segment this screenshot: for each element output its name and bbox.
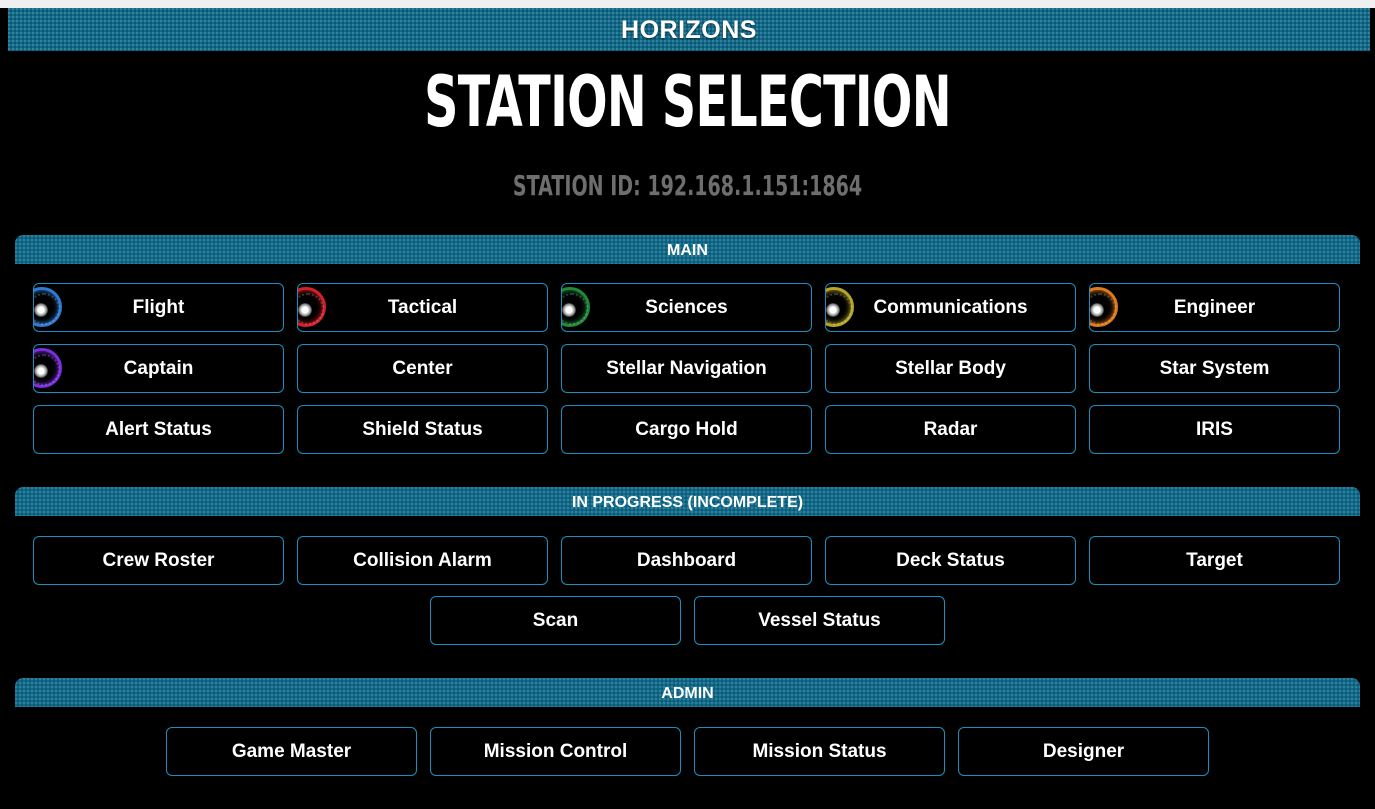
station-button-collision-alarm[interactable]: Collision Alarm xyxy=(297,536,548,585)
button-label: Mission Control xyxy=(483,741,628,762)
button-label: Captain xyxy=(123,358,194,379)
communications-icon xyxy=(826,287,854,327)
button-label: Stellar Navigation xyxy=(606,358,767,379)
station-button-flight[interactable]: Flight xyxy=(33,283,284,332)
button-label: Mission Status xyxy=(752,741,887,762)
button-label: Center xyxy=(392,358,453,379)
button-label: Cargo Hold xyxy=(635,419,738,440)
button-label: Scan xyxy=(532,610,579,631)
station-button-alert-status[interactable]: Alert Status xyxy=(33,405,284,454)
button-label: Sciences xyxy=(645,297,728,318)
captain-icon xyxy=(34,348,62,388)
top-border xyxy=(0,0,1375,8)
button-label: Vessel Status xyxy=(758,610,881,631)
station-button-stellar-navigation[interactable]: Stellar Navigation xyxy=(561,344,812,393)
station-button-target[interactable]: Target xyxy=(1089,536,1340,585)
button-label: Deck Status xyxy=(896,550,1005,571)
page-title: STATION SELECTION xyxy=(424,61,951,143)
button-label: Crew Roster xyxy=(102,550,215,571)
app-title: HORIZONS xyxy=(621,16,757,44)
main-row-3: Alert Status Shield Status Cargo Hold Ra… xyxy=(0,405,1375,456)
button-label: Game Master xyxy=(231,741,352,762)
station-button-shield-status[interactable]: Shield Status xyxy=(297,405,548,454)
section-header-in-progress: IN PROGRESS (INCOMPLETE) xyxy=(15,487,1360,516)
station-button-deck-status[interactable]: Deck Status xyxy=(825,536,1076,585)
button-label: Target xyxy=(1186,550,1243,571)
section-header-main: MAIN xyxy=(15,235,1360,264)
button-label: Radar xyxy=(923,419,978,440)
station-button-mission-status[interactable]: Mission Status xyxy=(694,727,945,776)
button-label: Communications xyxy=(873,297,1028,318)
station-button-cargo-hold[interactable]: Cargo Hold xyxy=(561,405,812,454)
station-button-scan[interactable]: Scan xyxy=(430,596,681,645)
admin-row-1: Game Master Mission Control Mission Stat… xyxy=(0,727,1375,778)
flight-icon xyxy=(34,287,62,327)
button-label: IRIS xyxy=(1196,419,1233,440)
in-progress-row-1: Crew Roster Collision Alarm Dashboard De… xyxy=(0,536,1375,587)
station-button-mission-control[interactable]: Mission Control xyxy=(430,727,681,776)
station-button-tactical[interactable]: Tactical xyxy=(297,283,548,332)
station-button-vessel-status[interactable]: Vessel Status xyxy=(694,596,945,645)
button-label: Alert Status xyxy=(105,419,212,440)
main-row-2: Captain Center Stellar Navigation Stella… xyxy=(0,344,1375,395)
station-button-radar[interactable]: Radar xyxy=(825,405,1076,454)
station-button-dashboard[interactable]: Dashboard xyxy=(561,536,812,585)
station-button-engineer[interactable]: Engineer xyxy=(1089,283,1340,332)
app-header-bar: HORIZONS xyxy=(8,8,1370,51)
station-button-star-system[interactable]: Star System xyxy=(1089,344,1340,393)
button-label: Flight xyxy=(132,297,185,318)
station-button-communications[interactable]: Communications xyxy=(825,283,1076,332)
button-label: Shield Status xyxy=(362,419,483,440)
station-button-captain[interactable]: Captain xyxy=(33,344,284,393)
station-button-stellar-body[interactable]: Stellar Body xyxy=(825,344,1076,393)
sciences-icon xyxy=(562,287,590,327)
button-label: Engineer xyxy=(1173,297,1256,318)
station-button-iris[interactable]: IRIS xyxy=(1089,405,1340,454)
button-label: Star System xyxy=(1159,358,1270,379)
button-label: Tactical xyxy=(387,297,458,318)
button-label: Designer xyxy=(1042,741,1125,762)
station-button-sciences[interactable]: Sciences xyxy=(561,283,812,332)
button-label: Collision Alarm xyxy=(353,550,492,571)
button-label: Dashboard xyxy=(636,550,737,571)
station-button-game-master[interactable]: Game Master xyxy=(166,727,417,776)
in-progress-row-2: Scan Vessel Status xyxy=(0,596,1375,647)
station-button-center[interactable]: Center xyxy=(297,344,548,393)
section-header-admin: ADMIN xyxy=(15,678,1360,707)
station-selection-page: HORIZONS STATION SELECTION STATION ID: 1… xyxy=(0,0,1375,809)
station-id-label: STATION ID: 192.168.1.151:1864 xyxy=(512,169,863,202)
main-row-1: Flight Tactical Sciences Communications … xyxy=(0,283,1375,334)
engineer-icon xyxy=(1090,287,1118,327)
station-button-crew-roster[interactable]: Crew Roster xyxy=(33,536,284,585)
button-label: Stellar Body xyxy=(895,358,1006,379)
tactical-icon xyxy=(298,287,326,327)
station-button-designer[interactable]: Designer xyxy=(958,727,1209,776)
